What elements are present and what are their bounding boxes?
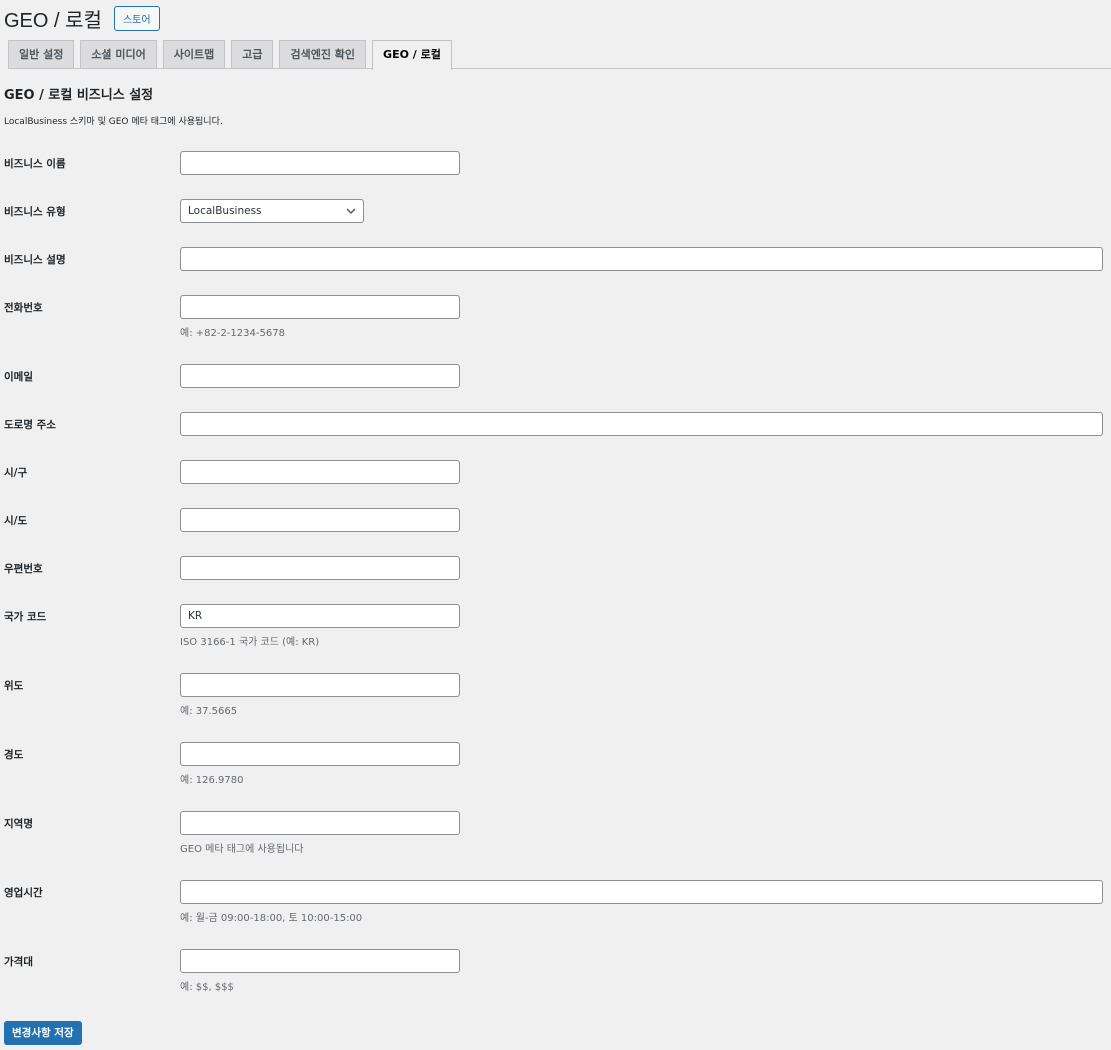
field-control [180,247,1103,295]
tab-social-media[interactable]: 소셜 미디어 [80,40,157,68]
tab-general[interactable]: 일반 설정 [8,40,75,68]
region-label: 시/도 [4,515,28,527]
field-control [180,556,1103,604]
field-control: 예: 월-금 09:00-18:00, 토 10:00-15:00 [180,880,1103,949]
email-input[interactable] [180,364,460,388]
store-button[interactable]: 스토어 [113,6,160,31]
price-range-label: 가격대 [4,956,33,968]
field-row-postal-code: 우편번호 [4,556,1103,604]
page-header: GEO / 로컬 스토어 [4,4,160,33]
field-row-city: 시/구 [4,460,1103,508]
longitude-label: 경도 [4,749,24,761]
tab-geo-local[interactable]: GEO / 로컬 [372,40,452,70]
field-row-region: 시/도 [4,508,1103,556]
tab-bar: 일반 설정 소셜 미디어 사이트맵 고급 검색엔진 확인 GEO / 로컬 [8,40,1111,70]
longitude-input[interactable] [180,742,460,766]
postal-code-input[interactable] [180,556,460,580]
country-code-label: 국가 코드 [4,611,47,623]
country-code-input[interactable] [180,604,460,628]
region-input[interactable] [180,508,460,532]
business-name-label: 비즈니스 이름 [4,158,66,170]
field-row-phone: 전화번호예: +82-2-1234-5678 [4,295,1103,364]
opening-hours-input[interactable] [180,880,1103,904]
field-control [180,151,1103,199]
city-label: 시/구 [4,467,28,479]
business-description-input[interactable] [180,247,1103,271]
phone-label: 전화번호 [4,302,43,314]
save-button[interactable]: 변경사항 저장 [4,1021,82,1045]
field-row-opening-hours: 영업시간예: 월-금 09:00-18:00, 토 10:00-15:00 [4,880,1103,949]
field-control [180,508,1103,556]
field-control: GEO 메타 태그에 사용됩니다 [180,811,1103,880]
price-range-input[interactable] [180,949,460,973]
street-address-label: 도로명 주소 [4,419,56,431]
business-description-label: 비즈니스 설명 [4,254,66,266]
field-row-business-description: 비즈니스 설명 [4,247,1103,295]
field-control [180,364,1103,412]
field-control: 예: $$, $$$ [180,949,1103,1018]
field-control [180,460,1103,508]
business-type-label: 비즈니스 유형 [4,206,66,218]
tab-advanced[interactable]: 고급 [231,40,274,68]
price-range-hint: 예: $$, $$$ [180,982,234,993]
section-description: LocalBusiness 스키마 및 GEO 메타 태그에 사용됩니다. [4,117,223,127]
field-row-country-code: 국가 코드 ISO 3166-1 국가 코드 (예: KR) [4,604,1103,673]
longitude-hint: 예: 126.9780 [180,775,244,786]
section-title: GEO / 로컬 비즈니스 설정 [4,88,154,103]
country-code-hint: ISO 3166-1 국가 코드 (예: KR) [180,637,320,648]
opening-hours-label: 영업시간 [4,887,43,899]
field-row-latitude: 위도예: 37.5665 [4,673,1103,742]
field-row-email: 이메일 [4,364,1103,412]
phone-input[interactable] [180,295,460,319]
field-control: 예: 126.9780 [180,742,1103,811]
tab-search-engine-verify[interactable]: 검색엔진 확인 [279,40,367,68]
chevron-down-icon [346,208,356,214]
field-row-street-address: 도로명 주소 [4,412,1103,460]
tab-sitemap[interactable]: 사이트맵 [162,40,226,68]
latitude-input[interactable] [180,673,460,697]
field-row-price-range: 가격대예: $$, $$$ [4,949,1103,1018]
locality-name-label: 지역명 [4,818,33,830]
phone-hint: 예: +82-2-1234-5678 [180,328,285,339]
email-label: 이메일 [4,371,33,383]
field-row-business-type: 비즈니스 유형 LocalBusiness [4,199,1103,247]
field-control: 예: 37.5665 [180,673,1103,742]
latitude-label: 위도 [4,680,24,692]
field-row-longitude: 경도예: 126.9780 [4,742,1103,811]
field-row-locality-name: 지역명 GEO 메타 태그에 사용됩니다 [4,811,1103,880]
opening-hours-hint: 예: 월-금 09:00-18:00, 토 10:00-15:00 [180,913,363,924]
field-row-business-name: 비즈니스 이름 [4,151,1103,199]
selected-value: LocalBusiness [188,205,262,217]
postal-code-label: 우편번호 [4,563,43,575]
business-name-input[interactable] [180,151,460,175]
city-input[interactable] [180,460,460,484]
settings-form: 비즈니스 이름비즈니스 유형 LocalBusiness 비즈니스 설명전화번호예:… [4,151,1103,1018]
latitude-hint: 예: 37.5665 [180,706,238,717]
page-title: GEO / 로컬 [4,10,102,32]
locality-name-input[interactable] [180,811,460,835]
field-control: ISO 3166-1 국가 코드 (예: KR) [180,604,1103,673]
field-control: 예: +82-2-1234-5678 [180,295,1103,364]
business-type-select[interactable]: LocalBusiness [180,199,364,223]
street-address-input[interactable] [180,412,1103,436]
field-control: LocalBusiness [180,199,1103,247]
locality-name-hint: GEO 메타 태그에 사용됩니다 [180,844,304,855]
field-control [180,412,1103,460]
